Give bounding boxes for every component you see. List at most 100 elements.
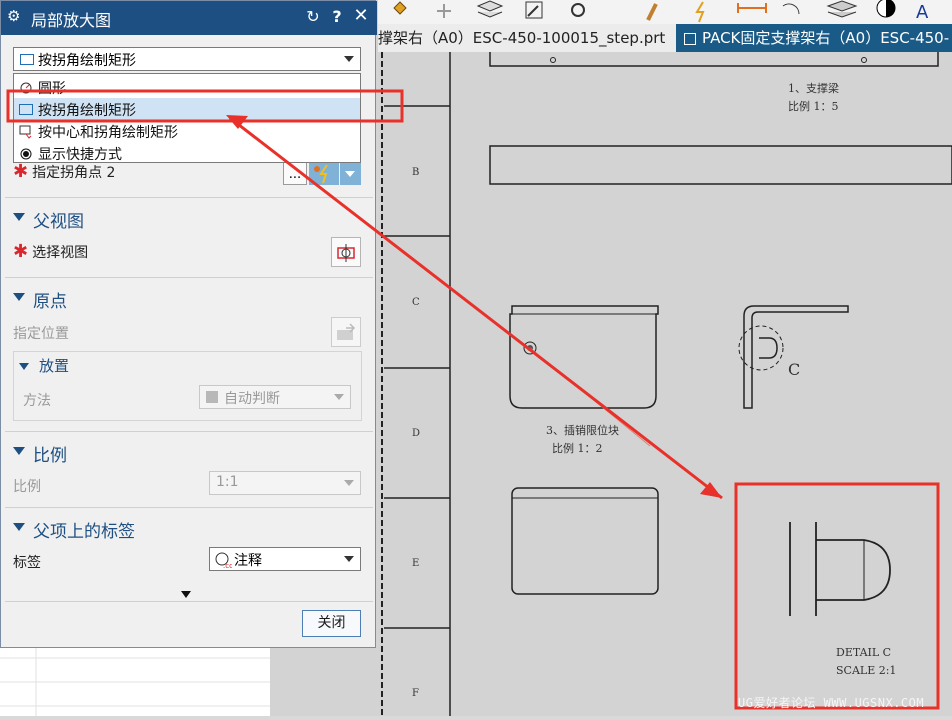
zone-label-c: C — [412, 297, 420, 308]
dropdown-item-show-shortcuts[interactable]: 显示快捷方式 — [14, 142, 360, 164]
caption-pin-block-scale: 比例 1：2 — [552, 442, 603, 455]
method-combo[interactable]: 自动判断 — [199, 385, 351, 409]
corner-point-2-text: 指定拐角点 2 — [32, 165, 116, 181]
tab-pack-support-frame[interactable]: PACK固定支撑架右（A0）ESC-450- — [676, 24, 952, 52]
drawing-canvas[interactable]: B C D E F 1、支撑梁 比例 1：5 3、插销限位块 比例 1：2 C … — [378, 52, 952, 716]
caption-pin-block: 3、插销限位块 — [546, 424, 619, 437]
underlying-window — [0, 648, 270, 716]
section-divider — [5, 277, 373, 278]
section-origin-title: 原点 — [33, 292, 67, 312]
section-divider — [5, 197, 373, 198]
point-icon — [782, 3, 800, 15]
dropdown-item-label: 按拐角绘制矩形 — [38, 103, 136, 119]
rectangle-icon — [20, 54, 34, 65]
display-icon — [876, 0, 896, 18]
required-asterisk-icon: ✱ — [13, 161, 29, 182]
dropdown-item-label: 按中心和拐角绘制矩形 — [38, 125, 178, 141]
collapse-triangle-icon — [19, 363, 29, 370]
dialog-title: 局部放大图 — [31, 11, 112, 30]
pan-icon — [437, 4, 451, 18]
detail-view-dialog: ⚙ 局部放大图 ↻ ? ✕ 按拐角绘制矩形 ✱ 指定拐角点 2 ... 父视图 ✱… — [0, 0, 377, 648]
dropdown-item-corner-rectangle[interactable]: 按拐角绘制矩形 — [14, 98, 360, 120]
section-divider — [5, 507, 373, 508]
layers-icon — [476, 0, 504, 18]
dropdown-item-label: 圆形 — [38, 81, 66, 97]
text-style-icon: A — [916, 2, 929, 23]
snap-lightning-icon — [314, 164, 328, 184]
section-parent-label[interactable]: 父项上的标签 — [5, 513, 373, 545]
section-scale[interactable]: 比例 — [5, 437, 373, 469]
specify-position-button[interactable] — [331, 317, 361, 347]
section-parent-view-title: 父视图 — [33, 212, 84, 232]
section-scale-title: 比例 — [33, 446, 67, 466]
caption-support-beam: 1、支撑梁 — [788, 82, 839, 95]
method-label: 方法 — [23, 393, 51, 409]
section-divider — [5, 601, 373, 602]
select-view-icon — [337, 244, 355, 262]
select-view-label: ✱ 选择视图 — [13, 241, 88, 262]
section-parent-view[interactable]: 父视图 — [5, 203, 373, 235]
gear-icon[interactable]: ⚙ — [7, 7, 20, 25]
section-origin[interactable]: 原点 — [5, 283, 373, 315]
collapse-triangle-icon — [13, 213, 25, 221]
annotation-icon: .cc — [215, 552, 232, 569]
chevron-down-icon — [344, 556, 354, 562]
caption-support-beam-scale: 比例 1：5 — [788, 100, 839, 113]
type-dropdown-list: 圆形 按拐角绘制矩形 按中心和拐角绘制矩形 显示快捷方式 — [13, 73, 361, 163]
top-toolbar: A — [378, 0, 952, 24]
brush-icon — [646, 3, 658, 21]
select-view-text: 选择视图 — [32, 245, 89, 261]
settings-icon — [571, 3, 585, 17]
dimension-icon — [737, 3, 767, 13]
label-field-label: 标签 — [13, 555, 41, 571]
detail-scale: SCALE 2:1 — [836, 664, 897, 677]
specify-position-label: 指定位置 — [13, 326, 69, 342]
toolbar-icons[interactable]: A — [378, 0, 952, 24]
section-placement-title: 放置 — [39, 357, 70, 375]
scale-combo-value: 1:1 — [216, 474, 239, 490]
zone-label-d: D — [412, 428, 421, 439]
eye-icon — [20, 148, 32, 160]
help-icon[interactable]: ? — [327, 7, 347, 26]
layer-stack-icon — [826, 0, 858, 18]
point-dialog-button[interactable]: ... — [283, 161, 307, 185]
collapse-triangle-icon — [13, 523, 25, 531]
lightning-icon — [695, 1, 705, 23]
dropdown-item-center-rectangle[interactable]: 按中心和拐角绘制矩形 — [14, 120, 360, 142]
collapse-triangle-icon — [13, 447, 25, 455]
reset-icon[interactable]: ↻ — [303, 7, 323, 26]
select-view-button[interactable] — [331, 237, 361, 267]
tab-label: PACK固定支撑架右（A0）ESC-450- — [702, 29, 950, 47]
point-snap-button[interactable] — [309, 161, 339, 185]
point-snap-dropdown[interactable] — [340, 161, 361, 185]
required-asterisk-icon: ✱ — [13, 241, 29, 262]
zone-label-f: F — [412, 688, 419, 699]
more-options-chevron-icon[interactable] — [181, 591, 191, 598]
export-icon — [525, 1, 543, 19]
scale-combo[interactable]: 1:1 — [209, 471, 361, 495]
collapse-triangle-icon — [13, 293, 25, 301]
type-combo-value: 按拐角绘制矩形 — [38, 53, 136, 69]
label-combo[interactable]: .cc 注释 — [209, 547, 361, 571]
close-button[interactable]: 关闭 — [302, 610, 361, 637]
section-parent-label-title: 父项上的标签 — [33, 522, 135, 542]
dropdown-item-label: 显示快捷方式 — [38, 147, 122, 163]
center-rectangle-icon — [19, 125, 32, 139]
watermark-text: UG爱好者论坛 WWW.UGSNX.COM — [738, 696, 925, 710]
corner-point-2-label: ✱ 指定拐角点 2 — [13, 161, 115, 182]
chevron-down-icon — [344, 480, 354, 486]
type-combo[interactable]: 按拐角绘制矩形 — [13, 47, 361, 71]
tab-label: 撑架右（A0）ESC-450-100015_step.prt — [378, 29, 666, 47]
svg-text:A: A — [916, 2, 929, 23]
close-icon[interactable]: ✕ — [351, 5, 371, 26]
dialog-title-bar[interactable]: ⚙ 局部放大图 ↻ ? ✕ — [1, 1, 377, 35]
section-divider — [5, 431, 373, 432]
tab-support-frame-right[interactable]: 撑架右（A0）ESC-450-100015_step.prt — [378, 24, 670, 52]
drawing-geometry — [381, 52, 952, 716]
tab-bar: 撑架右（A0）ESC-450-100015_step.prt PACK固定支撑架… — [378, 24, 952, 53]
scale-label: 比例 — [13, 479, 41, 495]
method-combo-value: 自动判断 — [224, 391, 280, 407]
zone-label-e: E — [412, 558, 420, 569]
section-placement[interactable]: 放置 — [19, 355, 69, 376]
dropdown-item-circle[interactable]: 圆形 — [14, 76, 360, 98]
